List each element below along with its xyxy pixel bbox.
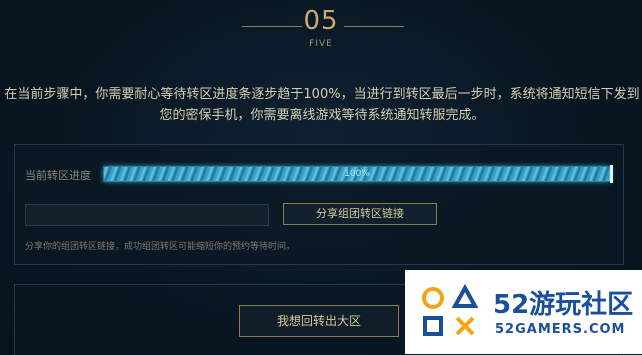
step-description: 在当前步骤中，你需要耐心等待转区进度条逐步趋于100%，当进行到转区最后一步时，… <box>4 87 640 123</box>
progress-label: 当前转区进度 <box>25 169 91 182</box>
step-number: 05 <box>303 6 339 36</box>
share-hint: 分享你的组团转区链接，成功组团转区可能缩短你的预约等待时间。 <box>25 242 296 252</box>
gamepad-symbols-icon <box>422 283 479 336</box>
progress-bar: 100% <box>103 165 613 183</box>
watermark-brand: 52游玩社区 <box>493 290 634 320</box>
progress-panel: 当前转区进度 100% 分享组团转区链接 分享你的组团转区链接，成功组团转区可能… <box>14 144 624 265</box>
progress-text: 100% <box>344 169 370 179</box>
watermark-site: 52GAMERS.COM <box>495 322 626 337</box>
share-link-button[interactable]: 分享组团转区链接 <box>283 203 437 225</box>
step-label: FIVE <box>309 39 333 49</box>
watermark-logo: 52游玩社区 52GAMERS.COM <box>405 270 642 354</box>
transfer-back-button[interactable]: 我想回转出大区 <box>239 305 399 337</box>
progress-cap <box>610 165 613 183</box>
step-header: 05 FIVE <box>0 6 642 56</box>
share-link-input[interactable] <box>25 204 269 226</box>
